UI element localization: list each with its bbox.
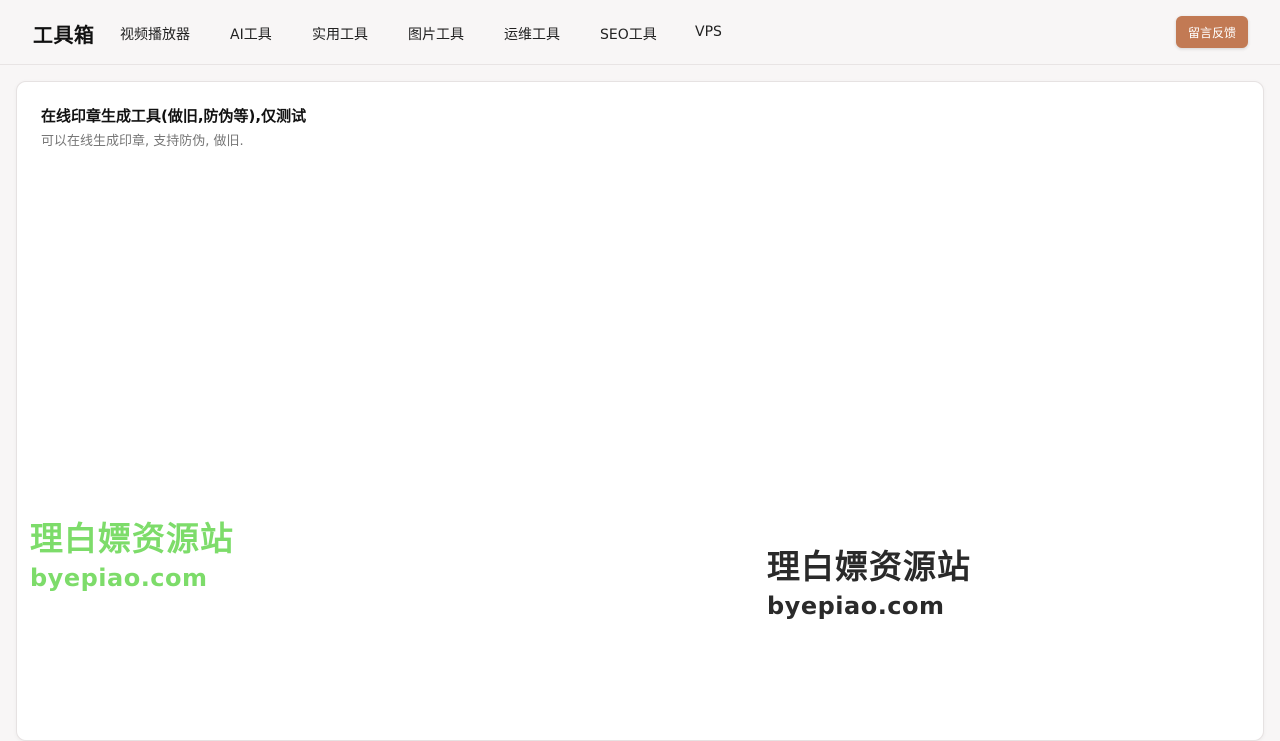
card-title: 在线印章生成工具(做旧,防伪等),仅测试 <box>41 107 307 125</box>
nav-item-image-tools[interactable]: 图片工具 <box>408 24 464 44</box>
nav-item-utility-tools[interactable]: 实用工具 <box>312 24 368 44</box>
nav-item-vps[interactable]: VPS <box>695 24 722 40</box>
site-logo[interactable]: 工具箱 <box>33 19 95 48</box>
watermark-green-name: 理白嫖资源站 <box>30 519 234 558</box>
tool-card: 在线印章生成工具(做旧,防伪等),仅测试 可以在线生成印章, 支持防伪, 做旧. <box>16 81 1264 741</box>
nav-item-seo-tools[interactable]: SEO工具 <box>600 24 657 44</box>
feedback-button[interactable]: 留言反馈 <box>1176 16 1248 48</box>
watermark-green: 理白嫖资源站 byepiao.com <box>30 512 234 592</box>
nav-item-ops-tools[interactable]: 运维工具 <box>504 24 560 44</box>
nav-item-ai-tools[interactable]: AI工具 <box>230 24 272 44</box>
watermark-dark: 理白嫖资源站 byepiao.com <box>767 540 971 620</box>
nav-item-video-player[interactable]: 视频播放器 <box>120 24 190 44</box>
top-navbar: 工具箱 视频播放器 AI工具 实用工具 图片工具 运维工具 SEO工具 VPS … <box>0 0 1280 65</box>
watermark-dark-name: 理白嫖资源站 <box>767 547 971 586</box>
card-subtitle: 可以在线生成印章, 支持防伪, 做旧. <box>41 134 244 149</box>
watermark-dark-url: byepiao.com <box>767 592 945 620</box>
watermark-green-url: byepiao.com <box>30 564 208 592</box>
